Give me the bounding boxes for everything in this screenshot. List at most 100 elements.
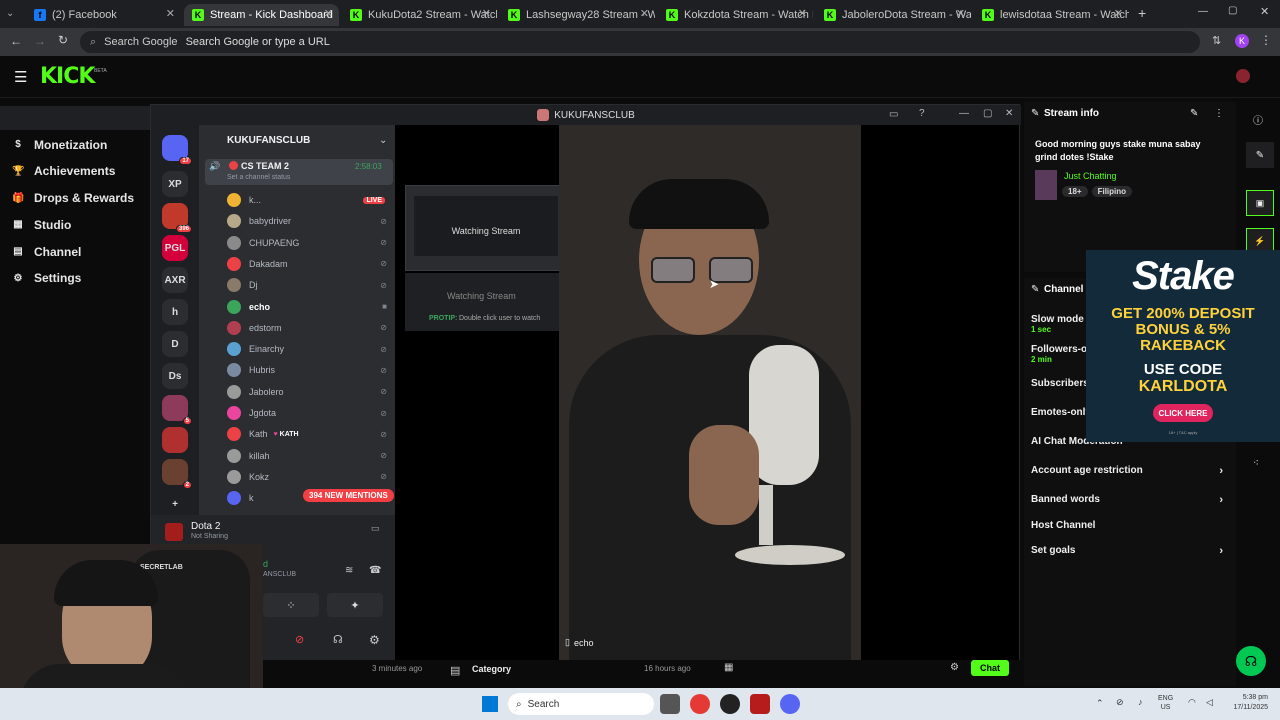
new-mentions-badge[interactable]: 394 NEW MENTIONS [303,489,394,502]
browser-tab[interactable]: K KukuDota2 Stream - Watch Live✕ [342,4,497,26]
voice-status[interactable]: Set a channel status [227,174,290,181]
maximize-button[interactable]: ▢ [1228,5,1237,16]
dc-maximize-button[interactable]: ▢ [983,108,992,119]
stream-tag[interactable]: 18+ [1062,186,1088,197]
dc-minimize-button[interactable]: — [959,108,969,119]
browser-tab[interactable]: Klewisdotaa Stream - Watch Live✕ [974,4,1129,26]
dota-taskbar-icon[interactable] [750,694,770,714]
server-icon[interactable]: XP [162,171,188,197]
edit-icon[interactable]: ✎ [1246,142,1274,168]
watching-stream-button[interactable]: Watching Stream [447,291,516,301]
nav-item-drops-rewards[interactable]: 🎁 Drops & Rewards [0,186,150,210]
server-icon[interactable]: AXR [162,267,188,293]
inbox-icon[interactable]: ▭ [889,109,898,120]
tab-search-icon[interactable]: ⇅ [1212,34,1221,47]
stake-ad-overlay[interactable]: Stake GET 200% DEPOSIT BONUS & 5% RAKEBA… [1086,250,1280,442]
server-icon[interactable]: 5 [162,395,192,425]
language-indicator[interactable]: ENG US [1158,694,1173,712]
mic-tray-icon[interactable]: ♪ [1138,697,1143,707]
close-tab-icon[interactable]: ✕ [482,7,491,20]
chat-send-button[interactable]: Chat [971,660,1009,676]
voice-member[interactable]: Einarchy ⊘ [227,340,387,358]
windows-start-icon[interactable] [482,696,498,712]
browser-tab[interactable]: K Kokzdota Stream - Watch Live✕ [658,4,813,26]
user-avatar[interactable] [1236,69,1250,83]
omnibox[interactable]: ⌕ Search Google Search Google or type a … [80,31,1200,53]
back-button[interactable]: ← [10,34,22,48]
browser-tab[interactable]: K Stream - Kick Dashboard ✕ [184,4,339,26]
activities-button[interactable]: ⁘ [263,593,319,617]
server-name[interactable]: KUKUFANSCLUB [227,135,310,146]
channel-setting-row[interactable]: Host Channel [1031,520,1229,531]
obs-icon[interactable] [720,694,740,714]
voice-member[interactable]: Kokz ⊘ [227,468,387,486]
voice-member[interactable]: Jgdota ⊘ [227,404,387,422]
server-icon[interactable]: Ds [162,363,188,389]
server-icon[interactable]: 17 [162,135,192,165]
nav-item-achievements[interactable]: 🏆 Achievements [0,159,150,183]
browser-tab[interactable]: K JaboleroDota Stream - Watch L✕ [816,4,971,26]
nav-item-monetization[interactable]: $ Monetization [0,133,150,157]
forward-button[interactable]: → [34,34,46,48]
profile-avatar[interactable]: K [1235,34,1249,48]
voice-member[interactable]: killah ⊘ [227,447,387,465]
channel-setting-row[interactable]: Account age restriction › [1031,465,1229,477]
edit-stream-info-icon[interactable]: ✎ [1190,108,1198,119]
browser-tab[interactable]: K Lashsegway28 Stream - Watch✕ [500,4,655,26]
clock[interactable]: 5:38 pm 17/11/2025 [1224,693,1268,713]
voice-member[interactable]: Hubris ⊘ [227,361,387,379]
close-tab-icon[interactable]: ✕ [166,7,175,20]
stake-cta-button[interactable]: CLICK HERE [1153,404,1213,422]
server-icon[interactable]: 2 [162,459,192,489]
voice-member[interactable]: edstorm ⊘ [227,319,387,337]
add-server-icon[interactable]: + [162,491,188,517]
voice-member[interactable]: Kath ♥ KATH ⊘ [227,425,387,443]
close-tab-icon[interactable]: ✕ [956,7,965,20]
stream-video[interactable]: ➤ [559,125,861,663]
close-tab-icon[interactable]: ✕ [324,7,333,20]
browser-tab[interactable]: f (2) Facebook ✕ [26,4,181,26]
voice-member[interactable]: Dj ⊘ [227,276,387,294]
channel-setting-row[interactable]: Set goals › [1031,545,1229,557]
minimize-button[interactable]: — [1198,6,1208,17]
kick-logo[interactable]: KICK [40,64,95,89]
voice-member[interactable]: CHUPAENG ⊘ [227,234,387,252]
hamburger-icon[interactable]: ☰ [14,68,27,86]
server-icon[interactable]: D [162,331,188,357]
user-settings-gear-icon[interactable]: ⚙ [369,633,380,647]
info-icon[interactable]: ⓘ [1253,112,1263,127]
help-icon[interactable]: ? [919,108,925,119]
close-tab-icon[interactable]: ✕ [1114,7,1123,20]
voice-member[interactable]: babydriver ⊘ [227,212,387,230]
screen-share-icon[interactable]: ▭ [371,523,380,534]
server-icon[interactable]: PGL [162,235,188,261]
category-name[interactable]: Just Chatting [1064,171,1117,181]
headset-icon[interactable]: ☊ [333,633,343,646]
reload-button[interactable]: ↻ [58,33,68,47]
stream-tag[interactable]: Filipino [1091,186,1133,197]
chrome-icon[interactable] [690,694,710,714]
wifi-icon[interactable]: ◠ [1188,697,1196,708]
network-icon[interactable]: ⊘ [1116,697,1124,708]
taskbar-search[interactable]: ⌕ Search [508,693,654,715]
voice-member[interactable]: Jabolero ⊘ [227,383,387,401]
snapshot-icon[interactable]: ▣ [1246,190,1274,216]
tray-chevron-icon[interactable]: ⌃ [1096,698,1104,709]
soundboard-icon[interactable]: ≋ [345,565,353,576]
voice-channel-active[interactable]: 🔊 CS TEAM 2 2:58:03 Set a channel status [205,159,393,185]
server-icon[interactable]: h [162,299,188,325]
voice-member[interactable]: k... LIVE [227,191,387,209]
nav-item-settings[interactable]: ⚙ Settings [0,266,150,290]
close-tab-icon[interactable]: ✕ [798,7,807,20]
task-view-icon[interactable] [660,694,680,714]
close-window-button[interactable]: ✕ [1260,5,1269,18]
mute-mic-icon[interactable]: ⊘ [295,633,304,646]
tab-search-icon[interactable]: ⌄ [6,8,14,19]
new-tab-button[interactable]: + [1138,5,1146,21]
server-menu-chevron-icon[interactable]: ⌄ [379,135,387,146]
channel-setting-row[interactable]: Banned words › [1031,494,1229,506]
nav-item-channel[interactable]: ▤ Channel [0,240,150,264]
share-icon[interactable]: ⁖ [1253,458,1259,469]
voice-member[interactable]: echo ■ [227,298,387,316]
support-chat-button[interactable]: ☊ [1236,646,1266,676]
